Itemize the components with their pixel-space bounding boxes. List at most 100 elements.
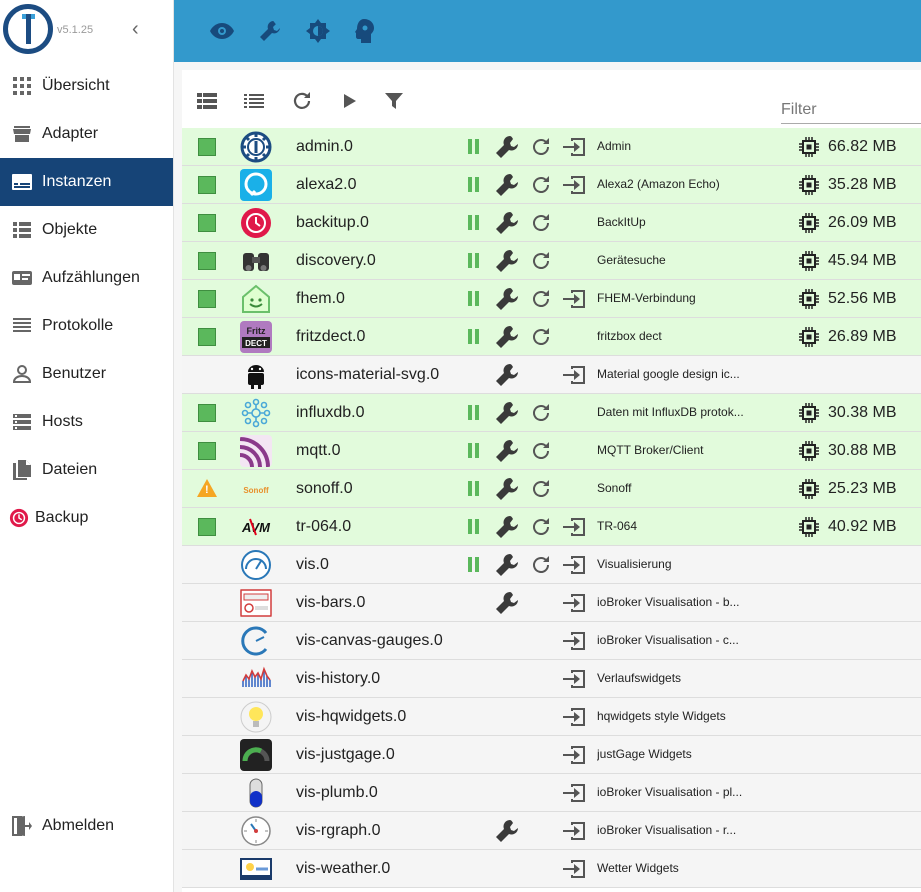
- pause-icon[interactable]: [467, 557, 480, 573]
- sidebar-item-objekte[interactable]: Objekte: [0, 206, 173, 254]
- pause-icon[interactable]: [467, 139, 480, 155]
- instance-row[interactable]: backitup.0 BackItUp 26.09 MB: [182, 204, 921, 242]
- settings-wrench-icon[interactable]: [495, 173, 519, 197]
- instance-row[interactable]: vis.0 Visualisierung: [182, 546, 921, 584]
- instance-row[interactable]: ! Sonoff sonoff.0 Sonoff 25.23 MB: [182, 470, 921, 508]
- list-view-icon[interactable]: [241, 88, 267, 114]
- open-web-icon[interactable]: [563, 289, 587, 309]
- sidebar-item-aufzaehlungen[interactable]: Aufzählungen: [0, 254, 173, 302]
- status-indicator[interactable]: [198, 290, 216, 308]
- settings-wrench-icon[interactable]: [495, 477, 519, 501]
- settings-wrench-icon[interactable]: [495, 363, 519, 387]
- filter-icon[interactable]: [381, 88, 407, 114]
- instance-row[interactable]: vis-hqwidgets.0 hqwidgets style Widgets: [182, 698, 921, 736]
- status-indicator[interactable]: [198, 442, 216, 460]
- instance-row[interactable]: vis-justgage.0 justGage Widgets: [182, 736, 921, 774]
- filter-input[interactable]: [781, 96, 921, 124]
- instance-row[interactable]: AVM tr-064.0 TR-064 40.92 MB: [182, 508, 921, 546]
- pause-icon[interactable]: [467, 481, 480, 497]
- expert-head-icon[interactable]: [351, 17, 379, 45]
- status-indicator[interactable]: [198, 252, 216, 270]
- instance-row[interactable]: fhem.0 FHEM-Verbindung 52.56 MB: [182, 280, 921, 318]
- restart-icon[interactable]: [530, 554, 552, 576]
- status-indicator[interactable]: [198, 138, 216, 156]
- restart-icon[interactable]: [530, 326, 552, 348]
- instance-row[interactable]: vis-history.0 Verlaufswidgets: [182, 660, 921, 698]
- open-web-icon[interactable]: [563, 137, 587, 157]
- instance-row[interactable]: alexa2.0 Alexa2 (Amazon Echo) 35.28 MB: [182, 166, 921, 204]
- sidebar-item-backup[interactable]: Backup: [0, 494, 173, 542]
- table-view-icon[interactable]: [194, 88, 220, 114]
- status-indicator[interactable]: [198, 176, 216, 194]
- restart-icon[interactable]: [530, 136, 552, 158]
- open-web-icon[interactable]: [563, 365, 587, 385]
- restart-icon[interactable]: [530, 402, 552, 424]
- open-web-icon[interactable]: [563, 783, 587, 803]
- open-web-icon[interactable]: [563, 175, 587, 195]
- sidebar-item-benutzer[interactable]: Benutzer: [0, 350, 173, 398]
- settings-wrench-icon[interactable]: [495, 287, 519, 311]
- open-web-icon[interactable]: [563, 745, 587, 765]
- open-web-icon[interactable]: [563, 517, 587, 537]
- sidebar-item-uebersicht[interactable]: Übersicht: [0, 62, 173, 110]
- settings-wrench-icon[interactable]: [495, 401, 519, 425]
- instance-row[interactable]: vis-rgraph.0 ioBroker Visualisation - r..…: [182, 812, 921, 850]
- instance-row[interactable]: vis-canvas-gauges.0 ioBroker Visualisatio…: [182, 622, 921, 660]
- status-indicator[interactable]: [198, 518, 216, 536]
- restart-icon[interactable]: [530, 250, 552, 272]
- instance-row[interactable]: vis-weather.0 Wetter Widgets: [182, 850, 921, 888]
- collapse-sidebar-icon[interactable]: ‹: [132, 18, 139, 41]
- settings-wrench-icon[interactable]: [495, 249, 519, 273]
- open-web-icon[interactable]: [563, 707, 587, 727]
- pause-icon[interactable]: [467, 405, 480, 421]
- settings-wrench-icon[interactable]: [495, 591, 519, 615]
- eye-icon[interactable]: [208, 17, 236, 45]
- settings-wrench-icon[interactable]: [495, 135, 519, 159]
- open-web-icon[interactable]: [563, 669, 587, 689]
- instance-row[interactable]: influxdb.0 Daten mit InfluxDB protok... 30…: [182, 394, 921, 432]
- status-indicator[interactable]: [198, 404, 216, 422]
- instance-row[interactable]: vis-plumb.0 ioBroker Visualisation - pl..…: [182, 774, 921, 812]
- pause-icon[interactable]: [467, 329, 480, 345]
- settings-wrench-icon[interactable]: [495, 325, 519, 349]
- instance-row[interactable]: Fritz DECT fritzdect.0 fritzbox dect 26.89 M…: [182, 318, 921, 356]
- instance-row[interactable]: admin.0 Admin 66.82 MB: [182, 128, 921, 166]
- open-web-icon[interactable]: [563, 593, 587, 613]
- settings-wrench-icon[interactable]: [495, 211, 519, 235]
- brightness-icon[interactable]: [304, 17, 332, 45]
- open-web-icon[interactable]: [563, 631, 587, 651]
- settings-wrench-icon[interactable]: [495, 553, 519, 577]
- pause-icon[interactable]: [467, 215, 480, 231]
- pause-icon[interactable]: [467, 519, 480, 535]
- instance-row[interactable]: vis-bars.0 ioBroker Visualisation - b...: [182, 584, 921, 622]
- play-icon[interactable]: [337, 88, 363, 114]
- instance-row[interactable]: icons-material-svg.0 Material google desi…: [182, 356, 921, 394]
- settings-wrench-icon[interactable]: [495, 819, 519, 843]
- pause-icon[interactable]: [467, 253, 480, 269]
- restart-icon[interactable]: [530, 174, 552, 196]
- restart-icon[interactable]: [530, 440, 552, 462]
- pause-icon[interactable]: [467, 177, 480, 193]
- pause-icon[interactable]: [467, 291, 480, 307]
- settings-wrench-icon[interactable]: [495, 515, 519, 539]
- instance-row[interactable]: discovery.0 Gerätesuche 45.94 MB: [182, 242, 921, 280]
- restart-icon[interactable]: [530, 516, 552, 538]
- restart-icon[interactable]: [530, 288, 552, 310]
- wrench-icon[interactable]: [256, 17, 284, 45]
- sidebar-item-instanzen[interactable]: Instanzen: [0, 158, 173, 206]
- restart-icon[interactable]: [530, 212, 552, 234]
- instance-row[interactable]: mqtt.0 MQTT Broker/Client 30.88 MB: [182, 432, 921, 470]
- refresh-icon[interactable]: [289, 88, 315, 114]
- sidebar-item-protokolle[interactable]: Protokolle: [0, 302, 173, 350]
- pause-icon[interactable]: [467, 443, 480, 459]
- status-indicator[interactable]: [198, 328, 216, 346]
- iobroker-logo[interactable]: [3, 4, 53, 54]
- sidebar-item-hosts[interactable]: Hosts: [0, 398, 173, 446]
- open-web-icon[interactable]: [563, 859, 587, 879]
- restart-icon[interactable]: [530, 478, 552, 500]
- status-indicator[interactable]: [198, 214, 216, 232]
- open-web-icon[interactable]: [563, 555, 587, 575]
- sidebar-item-adapter[interactable]: Adapter: [0, 110, 173, 158]
- logout-button[interactable]: Abmelden: [0, 802, 174, 850]
- open-web-icon[interactable]: [563, 821, 587, 841]
